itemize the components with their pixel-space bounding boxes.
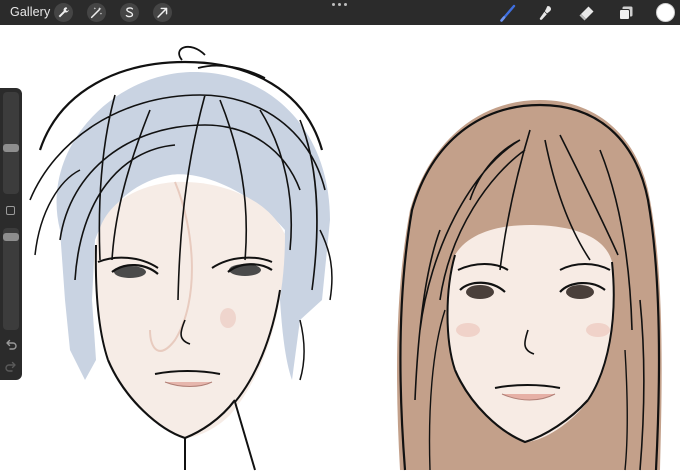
brush-icon[interactable] xyxy=(499,4,517,22)
selection-s-icon xyxy=(125,7,134,18)
drawing-canvas[interactable] xyxy=(0,25,680,475)
top-toolbar: Gallery xyxy=(0,0,680,25)
eraser-icon[interactable] xyxy=(578,4,596,22)
smudge-icon[interactable] xyxy=(537,4,555,22)
wrench-icon xyxy=(58,7,69,18)
transform-arrow-icon xyxy=(157,7,168,18)
actions-button[interactable] xyxy=(54,3,73,22)
layers-icon[interactable] xyxy=(617,4,635,22)
transform-button[interactable] xyxy=(153,3,172,22)
female-face-drawing xyxy=(397,100,662,471)
magic-wand-icon xyxy=(90,7,103,19)
color-picker-button[interactable] xyxy=(656,3,675,22)
selection-button[interactable] xyxy=(120,3,139,22)
gallery-button[interactable]: Gallery xyxy=(10,5,50,19)
adjustments-button[interactable] xyxy=(87,3,106,22)
male-face-drawing xyxy=(29,45,333,471)
more-options-button[interactable] xyxy=(332,3,347,6)
